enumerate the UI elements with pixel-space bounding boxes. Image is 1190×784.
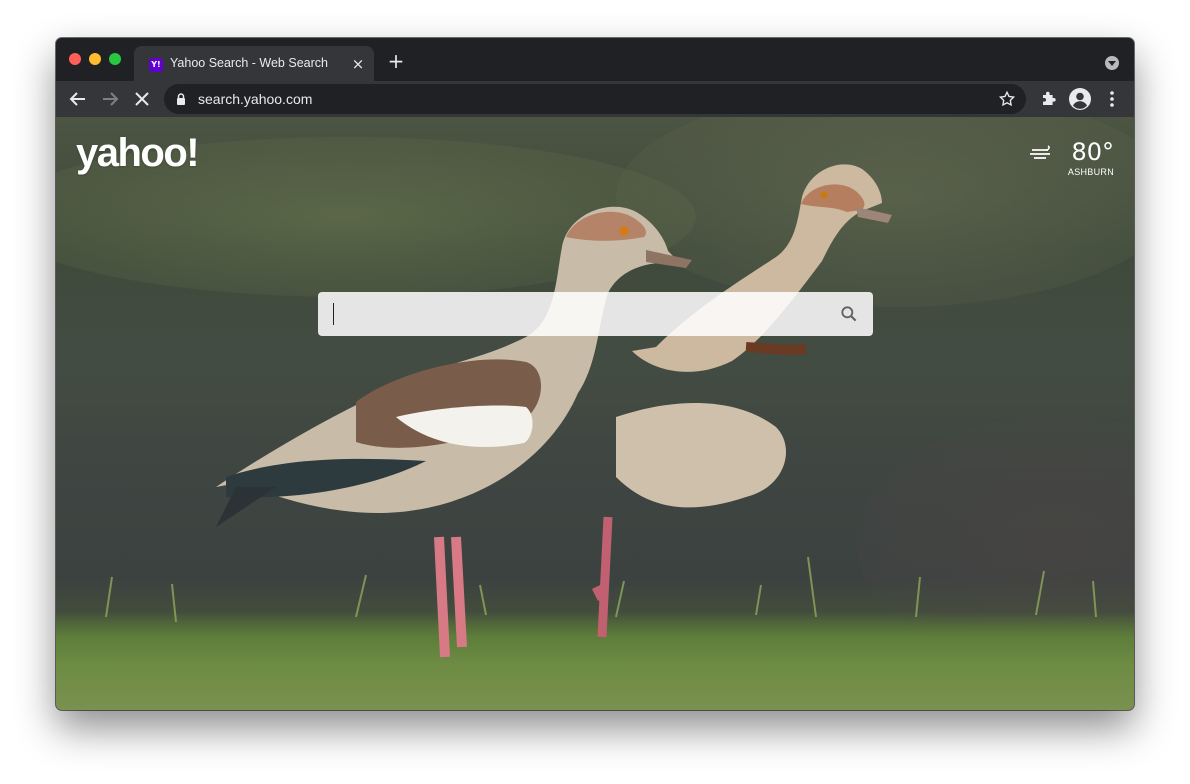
yahoo-search-page: yahoo! 80° ASHBURN xyxy=(56,117,1134,710)
bookmark-star-icon[interactable] xyxy=(998,90,1016,108)
forward-button[interactable] xyxy=(98,87,122,111)
tab-strip: Y! Yahoo Search - Web Search × + xyxy=(56,38,1134,82)
search-input[interactable] xyxy=(318,292,873,336)
maximize-window-button[interactable] xyxy=(109,53,121,65)
new-tab-button[interactable]: + xyxy=(386,51,406,72)
puzzle-piece-icon xyxy=(1043,91,1056,105)
back-arrow-icon xyxy=(69,92,85,106)
browser-menu-button[interactable] xyxy=(1100,87,1124,111)
wind-icon xyxy=(1030,145,1050,159)
back-button[interactable] xyxy=(66,87,90,111)
weather-temperature: 80° xyxy=(1071,138,1114,166)
account-avatar-icon xyxy=(1069,88,1091,110)
close-tab-button[interactable]: × xyxy=(350,56,366,72)
profile-button[interactable] xyxy=(1068,87,1092,111)
close-x-icon xyxy=(135,92,149,106)
forward-arrow-icon xyxy=(103,92,119,106)
browser-window: Y! Yahoo Search - Web Search × + search.… xyxy=(56,38,1134,710)
tab-title: Yahoo Search - Web Search xyxy=(170,56,328,70)
yahoo-favicon-icon: Y! xyxy=(149,58,163,72)
weather-widget[interactable]: 80° ASHBURN xyxy=(1030,137,1114,177)
url-text: search.yahoo.com xyxy=(198,91,313,107)
address-bar[interactable]: search.yahoo.com xyxy=(164,84,1026,114)
minimize-window-button[interactable] xyxy=(89,53,101,65)
yahoo-logo[interactable]: yahoo! xyxy=(76,131,200,176)
weather-location: ASHBURN xyxy=(1067,167,1114,177)
tab-yahoo-search[interactable]: Y! Yahoo Search - Web Search × xyxy=(134,46,374,82)
text-cursor xyxy=(333,303,334,325)
search-icon[interactable] xyxy=(839,304,859,324)
close-window-button[interactable] xyxy=(69,53,81,65)
egyptian-geese-photo xyxy=(105,164,1097,658)
tab-search-button[interactable] xyxy=(1105,56,1119,70)
browser-toolbar: search.yahoo.com xyxy=(56,81,1134,117)
stop-loading-button[interactable] xyxy=(130,87,154,111)
extensions-button[interactable] xyxy=(1036,87,1060,111)
lock-icon xyxy=(177,93,185,105)
more-vertical-icon xyxy=(1110,91,1114,107)
